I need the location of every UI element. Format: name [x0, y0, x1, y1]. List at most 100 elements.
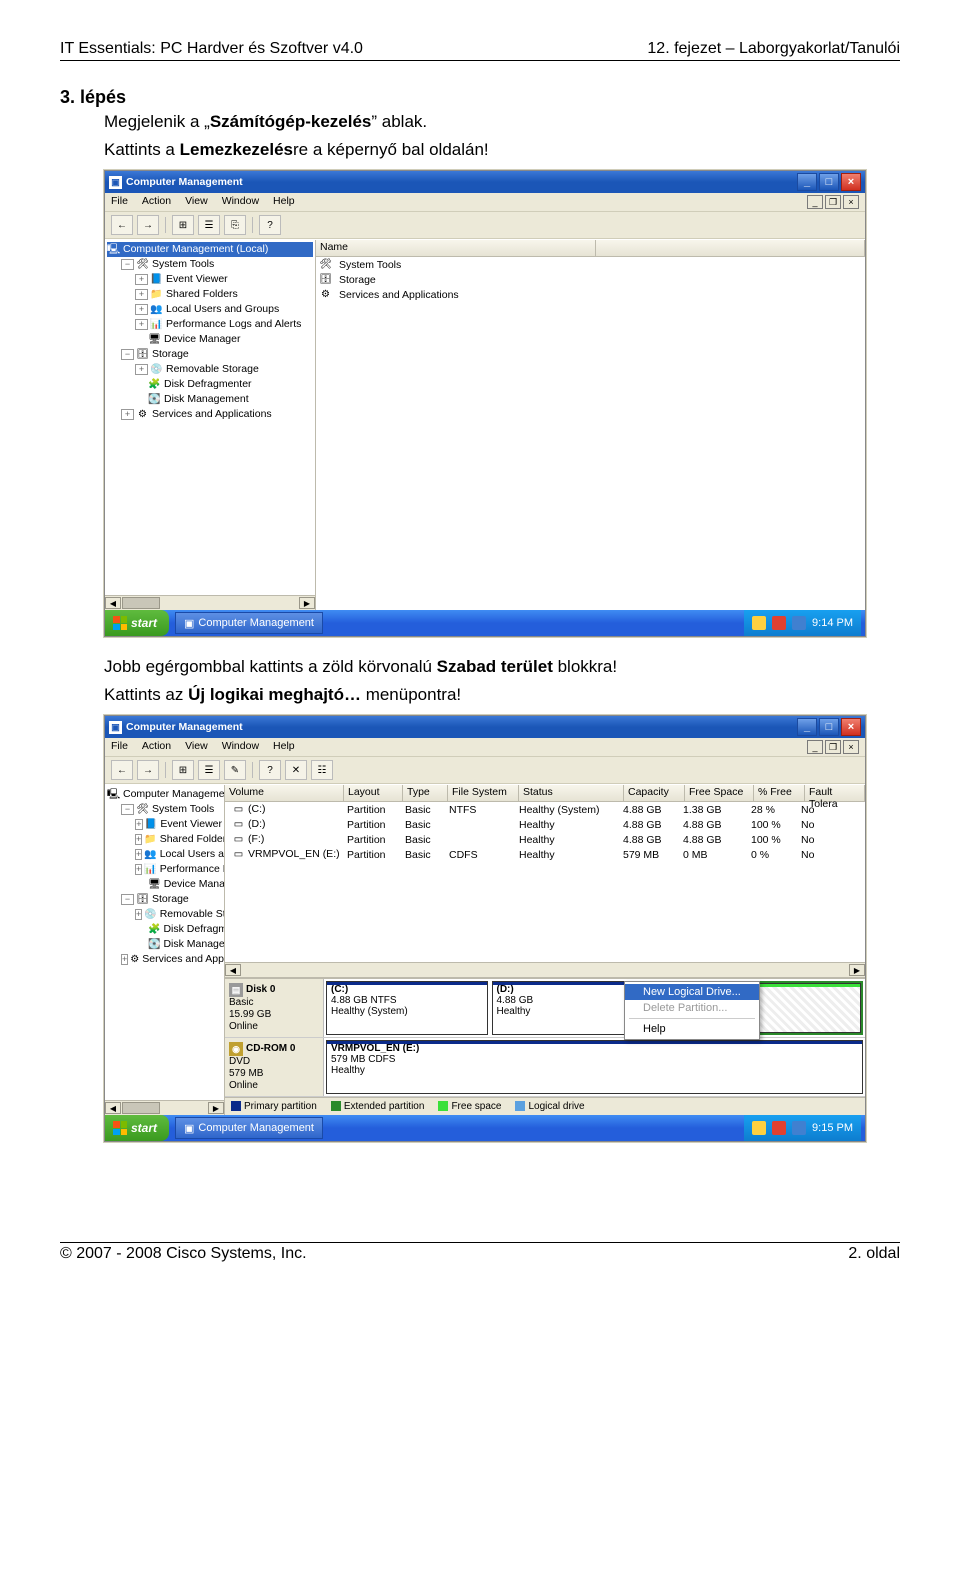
- tree-event-viewer[interactable]: +📘Event Viewer: [107, 817, 222, 832]
- forward-button[interactable]: →: [137, 760, 159, 780]
- expand-icon[interactable]: +: [135, 864, 142, 875]
- back-button[interactable]: ←: [111, 215, 133, 235]
- list-item[interactable]: 🛠System Tools: [316, 257, 865, 272]
- delete-button[interactable]: ✕: [285, 760, 307, 780]
- col-status[interactable]: Status: [519, 785, 624, 801]
- network-icon[interactable]: [792, 1121, 806, 1135]
- tree-system-tools[interactable]: −🛠System Tools: [107, 257, 313, 272]
- properties-button[interactable]: ☰: [198, 215, 220, 235]
- menu-file[interactable]: File: [111, 195, 128, 209]
- expand-icon[interactable]: +: [135, 819, 143, 830]
- close-button[interactable]: ×: [841, 173, 861, 191]
- col-layout[interactable]: Layout: [344, 785, 403, 801]
- tree-services-apps[interactable]: +⚙Services and Applications: [107, 952, 222, 967]
- expand-icon[interactable]: +: [135, 319, 148, 330]
- tree-services-apps[interactable]: +⚙Services and Applications: [107, 407, 313, 422]
- expand-icon[interactable]: +: [135, 909, 142, 920]
- tree-disk-management[interactable]: 💽Disk Management: [107, 392, 313, 407]
- tree-shared-folders[interactable]: +📁Shared Folders: [107, 832, 222, 847]
- col-volume[interactable]: Volume: [225, 785, 344, 801]
- alert-icon[interactable]: [772, 616, 786, 630]
- expand-icon[interactable]: +: [135, 274, 148, 285]
- menu-help[interactable]: Help: [273, 740, 295, 754]
- tree-system-tools[interactable]: −🛠System Tools: [107, 802, 222, 817]
- start-button[interactable]: start: [105, 610, 169, 636]
- tree-local-users[interactable]: +👥Local Users and Groups: [107, 302, 313, 317]
- tree-defragmenter[interactable]: 🧩Disk Defragmenter: [107, 922, 222, 937]
- tree-root[interactable]: 🖳Computer Management (Local): [107, 242, 313, 257]
- col-name[interactable]: Name: [316, 240, 596, 256]
- expand-icon[interactable]: +: [135, 834, 142, 845]
- scroll-right-icon[interactable]: ▶: [849, 964, 865, 976]
- collapse-icon[interactable]: −: [121, 894, 134, 905]
- tree-perf-logs[interactable]: +📊Performance Logs and Alerts: [107, 862, 222, 877]
- table-row[interactable]: ▭(D:)PartitionBasicHealthy4.88 GB4.88 GB…: [225, 817, 865, 832]
- help-button[interactable]: ?: [259, 760, 281, 780]
- taskbar-item[interactable]: ▣Computer Management: [175, 1117, 323, 1139]
- collapse-icon[interactable]: −: [121, 804, 134, 815]
- expand-icon[interactable]: +: [121, 409, 134, 420]
- maximize-button[interactable]: □: [819, 718, 839, 736]
- collapse-icon[interactable]: −: [121, 349, 134, 360]
- view-button[interactable]: ⊞: [172, 760, 194, 780]
- col-pct[interactable]: % Free: [754, 785, 805, 801]
- tree-event-viewer[interactable]: +📘Event Viewer: [107, 272, 313, 287]
- mdi-minimize-icon[interactable]: _: [807, 195, 823, 209]
- menu-action[interactable]: Action: [142, 740, 171, 754]
- mdi-restore-icon[interactable]: ❐: [825, 195, 841, 209]
- mdi-close-icon[interactable]: ×: [843, 195, 859, 209]
- minimize-button[interactable]: _: [797, 718, 817, 736]
- col-capacity[interactable]: Capacity: [624, 785, 685, 801]
- network-icon[interactable]: [792, 616, 806, 630]
- scroll-left-icon[interactable]: ◀: [225, 964, 241, 976]
- window-titlebar[interactable]: ▣ Computer Management _ □ ×: [105, 171, 865, 193]
- close-button[interactable]: ×: [841, 718, 861, 736]
- col-fs[interactable]: File System: [448, 785, 519, 801]
- mdi-restore-icon[interactable]: ❐: [825, 740, 841, 754]
- list-item[interactable]: ⚙Services and Applications: [316, 287, 865, 302]
- export-button[interactable]: ⎘: [224, 215, 246, 235]
- menu-view[interactable]: View: [185, 740, 208, 754]
- volume-e[interactable]: VRMPVOL_EN (E:) 579 MB CDFS Healthy: [326, 1040, 863, 1094]
- menu-file[interactable]: File: [111, 740, 128, 754]
- scroll-thumb[interactable]: [122, 1102, 160, 1114]
- start-button[interactable]: start: [105, 1115, 169, 1141]
- scroll-right-icon[interactable]: ▶: [208, 1102, 224, 1114]
- forward-button[interactable]: →: [137, 215, 159, 235]
- expand-icon[interactable]: +: [135, 364, 148, 375]
- mdi-minimize-icon[interactable]: _: [807, 740, 823, 754]
- mdi-close-icon[interactable]: ×: [843, 740, 859, 754]
- tree-shared-folders[interactable]: +📁Shared Folders: [107, 287, 313, 302]
- tree-perf-logs[interactable]: +📊Performance Logs and Alerts: [107, 317, 313, 332]
- table-row[interactable]: ▭(F:)PartitionBasicHealthy4.88 GB4.88 GB…: [225, 832, 865, 847]
- expand-icon[interactable]: +: [135, 289, 148, 300]
- disk0-label[interactable]: ▤Disk 0 Basic 15.99 GB Online: [225, 979, 324, 1037]
- shield-icon[interactable]: [752, 616, 766, 630]
- menu-window[interactable]: Window: [222, 195, 259, 209]
- table-row[interactable]: ▭(C:)PartitionBasicNTFSHealthy (System)4…: [225, 802, 865, 817]
- scroll-thumb[interactable]: [122, 597, 160, 609]
- back-button[interactable]: ←: [111, 760, 133, 780]
- menu-help[interactable]: Help: [625, 1021, 759, 1037]
- tree-removable-storage[interactable]: +💿Removable Storage: [107, 362, 313, 377]
- menu-help[interactable]: Help: [273, 195, 295, 209]
- table-row[interactable]: ▭VRMPVOL_EN (E:)PartitionBasicCDFSHealth…: [225, 847, 865, 862]
- minimize-button[interactable]: _: [797, 173, 817, 191]
- up-button[interactable]: ⊞: [172, 215, 194, 235]
- tree-disk-management[interactable]: 💽Disk Management: [107, 937, 222, 952]
- alert-icon[interactable]: [772, 1121, 786, 1135]
- maximize-button[interactable]: □: [819, 173, 839, 191]
- list-item[interactable]: 🗄Storage: [316, 272, 865, 287]
- expand-icon[interactable]: +: [135, 304, 148, 315]
- scroll-left-icon[interactable]: ◀: [105, 597, 121, 609]
- more-button[interactable]: ☷: [311, 760, 333, 780]
- tree-device-manager[interactable]: 🖥Device Manager: [107, 332, 313, 347]
- volume-c[interactable]: (C:) 4.88 GB NTFS Healthy (System): [326, 981, 488, 1035]
- settings-button[interactable]: ✎: [224, 760, 246, 780]
- col-free[interactable]: Free Space: [685, 785, 754, 801]
- tree-removable-storage[interactable]: +💿Removable Storage: [107, 907, 222, 922]
- system-tray[interactable]: 9:14 PM: [744, 610, 861, 636]
- system-tray[interactable]: 9:15 PM: [744, 1115, 861, 1141]
- tree-local-users[interactable]: +👥Local Users and Groups: [107, 847, 222, 862]
- menu-new-logical-drive[interactable]: New Logical Drive...: [625, 984, 759, 1000]
